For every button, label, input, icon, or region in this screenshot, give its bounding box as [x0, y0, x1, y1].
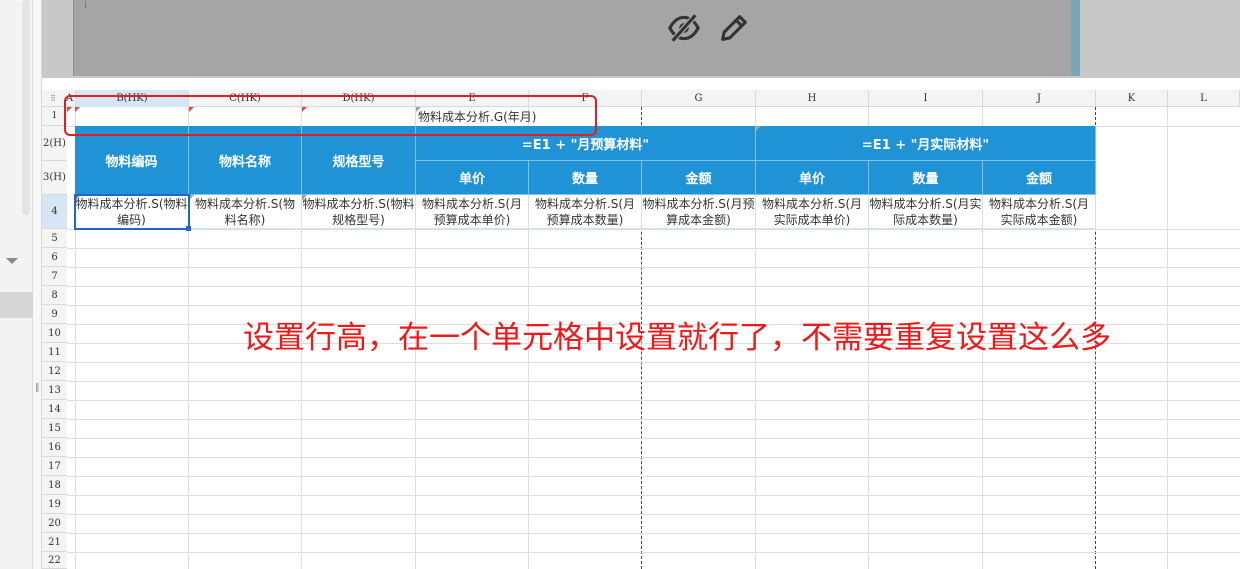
cell-g4[interactable]: 物料成本分析.S(月预算成本金额) [642, 195, 756, 229]
cell-i4[interactable]: 物料成本分析.S(月实际成本数量) [869, 195, 983, 229]
row-header-11[interactable]: 11 [42, 343, 67, 362]
grid-line [67, 438, 1240, 439]
grid-line [67, 305, 1240, 306]
cell-header-budget-amount[interactable]: 金额 [642, 161, 756, 195]
cell-header-code[interactable]: 物料编码 [75, 126, 189, 195]
cell-header-name[interactable]: 物料名称 [189, 126, 302, 195]
row-header-18[interactable]: 18 [42, 476, 67, 495]
row-header-8[interactable]: 8 [42, 286, 67, 305]
left-panel [0, 0, 33, 569]
cell-c4[interactable]: 物料成本分析.S(物料名称) [189, 195, 302, 229]
cell-e4[interactable]: 物料成本分析.S(月预算成本单价) [416, 195, 529, 229]
row-header-19[interactable]: 19 [42, 495, 67, 514]
select-all-corner[interactable]: ⠿ [42, 90, 64, 107]
cell-h4[interactable]: 物料成本分析.S(月实际成本单价) [756, 195, 869, 229]
grid-line [67, 362, 1240, 363]
row-header-10[interactable]: 10 [42, 324, 67, 343]
cell-marker-icon [756, 126, 761, 131]
grid-line [67, 286, 1240, 287]
cell-header-actual-group[interactable]: =E1 + "月实际材料" [756, 126, 1096, 161]
grid-line [67, 457, 1240, 458]
grid-line [67, 495, 1240, 496]
row-header-12[interactable]: 12 [42, 362, 67, 381]
row-header-22[interactable]: 22 [42, 552, 67, 569]
column-header-l[interactable]: L [1168, 90, 1240, 107]
fill-handle[interactable] [186, 226, 191, 231]
panel-splitter[interactable]: ‖ [33, 0, 42, 569]
grid-line [67, 267, 1240, 268]
ruler-tick: ⁞ [84, 0, 88, 11]
row-header-9[interactable]: 9 [42, 305, 67, 324]
preview-scrollbar[interactable] [1071, 0, 1080, 76]
column-header-h[interactable]: H [756, 90, 869, 107]
column-header-i[interactable]: I [869, 90, 983, 107]
pencil-icon[interactable] [716, 10, 752, 46]
cell-marker-icon [302, 195, 307, 200]
annotation-highlight-box [64, 95, 597, 136]
grid-line [67, 381, 1240, 382]
cell-f4[interactable]: 物料成本分析.S(月预算成本数量) [529, 195, 642, 229]
cell-header-spec[interactable]: 规格型号 [302, 126, 416, 195]
cell-j4[interactable]: 物料成本分析.S(月实际成本金额) [983, 195, 1096, 229]
grid-line [67, 419, 1240, 420]
splitter-grip-icon[interactable]: ‖ [35, 384, 40, 393]
column-header-j[interactable]: J [983, 90, 1096, 107]
row-header-17[interactable]: 17 [42, 457, 67, 476]
grid-line [67, 400, 1240, 401]
collapse-arrow-icon[interactable] [6, 258, 18, 264]
left-panel-selected-item[interactable] [0, 292, 33, 318]
column-header-g[interactable]: G [642, 90, 756, 107]
row-header-5[interactable]: 5 [42, 229, 67, 248]
grid-line [67, 514, 1240, 515]
row-header-6[interactable]: 6 [42, 248, 67, 267]
preview-area: ⁞ [42, 0, 1240, 78]
row-header-16[interactable]: 16 [42, 438, 67, 457]
preview-canvas: ⁞ [73, 0, 1073, 76]
grid-line [67, 229, 1240, 230]
row-header-15[interactable]: 15 [42, 419, 67, 438]
cell-header-actual-price[interactable]: 单价 [756, 161, 869, 195]
cell-d4[interactable]: 物料成本分析.S(物料规格型号) [302, 195, 416, 229]
grid-line [67, 533, 1240, 534]
row-header-14[interactable]: 14 [42, 400, 67, 419]
row-header-21[interactable]: 21 [42, 533, 67, 552]
row-header-7[interactable]: 7 [42, 267, 67, 286]
cell-selection[interactable] [74, 194, 190, 230]
row-header-4[interactable]: 4 [42, 195, 67, 229]
row-header-13[interactable]: 13 [42, 381, 67, 400]
left-scrollbar[interactable] [22, 0, 30, 215]
column-header-k[interactable]: K [1096, 90, 1168, 107]
row-header-20[interactable]: 20 [42, 514, 67, 533]
report-designer: ‖ ⁞ ⠿ A B(HK) C(HK) D(HK) E F G H I J K … [0, 0, 1240, 569]
grid-line [67, 248, 1240, 249]
grid-line [67, 476, 1240, 477]
grid-line [67, 552, 1240, 553]
row-header-3[interactable]: 3(H) [42, 161, 67, 195]
cell-header-budget-price[interactable]: 单价 [416, 161, 529, 195]
cell-header-actual-qty[interactable]: 数量 [869, 161, 983, 195]
eye-slash-icon[interactable] [666, 10, 702, 46]
cell-header-actual-amount[interactable]: 金额 [983, 161, 1096, 195]
annotation-text: 设置行高，在一个单元格中设置就行了，不需要重复设置这么多 [243, 320, 1111, 356]
cell-header-budget-qty[interactable]: 数量 [529, 161, 642, 195]
